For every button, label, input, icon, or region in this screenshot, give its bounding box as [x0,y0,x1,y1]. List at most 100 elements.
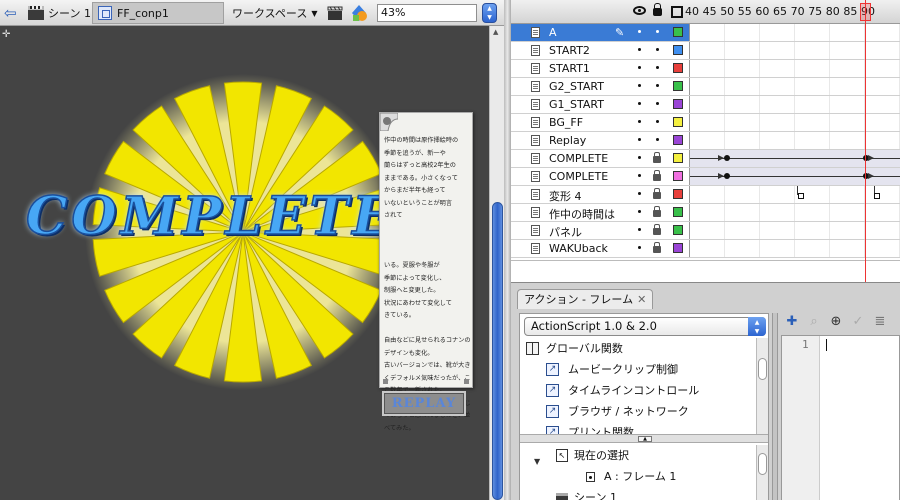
layer-color-swatch[interactable] [673,171,683,181]
lock-icon[interactable] [653,206,661,217]
layer-row[interactable]: COMPLETE [511,150,900,168]
visibility-dot[interactable] [638,156,641,159]
toolbox-split-handle[interactable]: ▲ [520,434,768,443]
layer-row[interactable]: A ✎ [511,24,900,42]
toolbox-scrollbar[interactable] [756,338,768,434]
visibility-dot[interactable] [638,30,641,33]
visibility-dot[interactable] [638,246,641,249]
scroll-up-arrow-icon[interactable]: ▲ [493,28,498,36]
check-syntax-icon[interactable]: ✓ [851,315,865,329]
layer-row[interactable]: START1 [511,60,900,78]
layer-frames[interactable] [689,96,900,113]
layer-frames[interactable] [689,42,900,59]
visibility-dot[interactable] [638,102,641,105]
back-arrow-icon[interactable]: ⇦ [4,5,20,21]
visibility-dot[interactable] [638,120,641,123]
disclosure-triangle-icon[interactable]: ▼ [534,493,540,500]
layer-row[interactable]: 作中の時間は [511,204,900,222]
add-statement-icon[interactable]: ✚ [785,315,799,329]
layer-color-swatch[interactable] [673,135,683,145]
split-grip-icon[interactable]: ▲ [638,436,652,442]
lock-dot[interactable] [656,102,659,105]
layer-frames[interactable] [689,150,900,167]
toolbox-item[interactable]: ↗ ムービークリップ制御 [520,359,754,380]
auto-format-icon[interactable]: ≣ [873,315,887,329]
layer-row[interactable]: Replay [511,132,900,150]
actionscript-version-select[interactable]: ActionScript 1.0 & 2.0 ▲ ▼ [524,317,766,336]
find-icon[interactable]: ⌕ [807,315,821,329]
lock-dot[interactable] [656,138,659,141]
layer-info[interactable]: Replay [511,132,689,149]
layer-info[interactable]: パネル [511,222,689,239]
layer-frames[interactable] [689,222,900,239]
visibility-dot[interactable] [638,138,641,141]
layer-row[interactable]: パネル [511,222,900,240]
visibility-dot[interactable] [638,48,641,51]
navigator-scroll-thumb[interactable] [758,453,767,475]
layer-info[interactable]: BG_FF [511,114,689,131]
zoom-stepper[interactable]: ▲ ▼ [482,3,497,23]
layer-info[interactable]: COMPLETE [511,150,689,167]
panel-divider[interactable] [504,0,511,500]
stage[interactable]: ✛ COMPLETE! 作中の時間は原作挿絵時の 季節を追うが、新一や 蘭らはずっと… [0,26,489,500]
layer-info[interactable]: A ✎ [511,24,689,41]
lock-dot[interactable] [656,120,659,123]
layer-row[interactable]: G1_START [511,96,900,114]
layer-info[interactable]: WAKUback [511,240,689,257]
visibility-dot[interactable] [638,174,641,177]
layer-color-swatch[interactable] [673,243,683,253]
layer-frames[interactable] [689,240,900,257]
actions-frame-tab[interactable]: アクション - フレーム ✕ [517,289,654,309]
layer-row[interactable]: G2_START [511,78,900,96]
script-nav-item[interactable]: A : フレーム 1 [520,466,754,487]
layer-row[interactable]: START2 [511,42,900,60]
layer-frames[interactable] [689,168,900,185]
layer-color-swatch[interactable] [673,45,683,55]
script-nav-item[interactable]: ▼ ↖ 現在の選択 [520,445,754,466]
target-path-icon[interactable]: ⊕ [829,315,843,329]
layer-color-swatch[interactable] [673,189,683,199]
lock-icon[interactable] [653,188,661,199]
zoom-input[interactable]: 43% [377,4,477,22]
lock-all-icon[interactable] [653,3,662,16]
layer-color-swatch[interactable] [673,27,683,37]
layer-frames[interactable] [689,78,900,95]
outline-square-icon[interactable] [671,6,683,18]
layer-frames[interactable] [689,60,900,77]
layer-info[interactable]: 作中の時間は [511,204,689,221]
replay-button[interactable]: REPLAY [382,391,466,416]
layer-color-swatch[interactable] [673,207,683,217]
layer-row[interactable]: WAKUback [511,240,900,258]
toolbox-item[interactable]: ↗ ブラウザ / ネットワーク [520,401,754,422]
stage-vertical-scrollbar[interactable]: ▲ [489,26,504,500]
layer-row[interactable]: BG_FF [511,114,900,132]
lock-icon[interactable] [653,152,661,163]
pane-separator[interactable] [772,313,778,500]
visibility-dot[interactable] [638,84,641,87]
layer-frames[interactable] [689,114,900,131]
layer-color-swatch[interactable] [673,117,683,127]
layer-color-swatch[interactable] [673,225,683,235]
workspace-menu-button[interactable]: ワークスペース ▼ [232,5,318,21]
toolbox-item[interactable]: グローバル関数 [520,338,754,359]
lock-icon[interactable] [653,170,661,181]
layer-info[interactable]: START2 [511,42,689,59]
visibility-dot[interactable] [638,228,641,231]
show-hide-eye-icon[interactable] [633,6,646,15]
lock-dot[interactable] [656,30,659,33]
lock-dot[interactable] [656,48,659,51]
select-stepper-icon[interactable]: ▲ ▼ [748,317,766,336]
visibility-dot[interactable] [638,192,641,195]
layer-info[interactable]: G1_START [511,96,689,113]
layer-frames[interactable] [689,24,900,41]
lock-dot[interactable] [656,84,659,87]
scrollbar-thumb[interactable] [492,202,503,500]
toolbox-scroll-thumb[interactable] [758,358,767,380]
layer-info[interactable]: 変形 4 [511,186,689,203]
toolbox-item[interactable]: ↗ プリント関数 [520,422,754,434]
layer-info[interactable]: COMPLETE [511,168,689,185]
lock-dot[interactable] [656,66,659,69]
layer-info[interactable]: G2_START [511,78,689,95]
breadcrumb-scene[interactable]: シーン 1 [28,3,91,23]
layer-row[interactable]: 変形 4 [511,186,900,204]
